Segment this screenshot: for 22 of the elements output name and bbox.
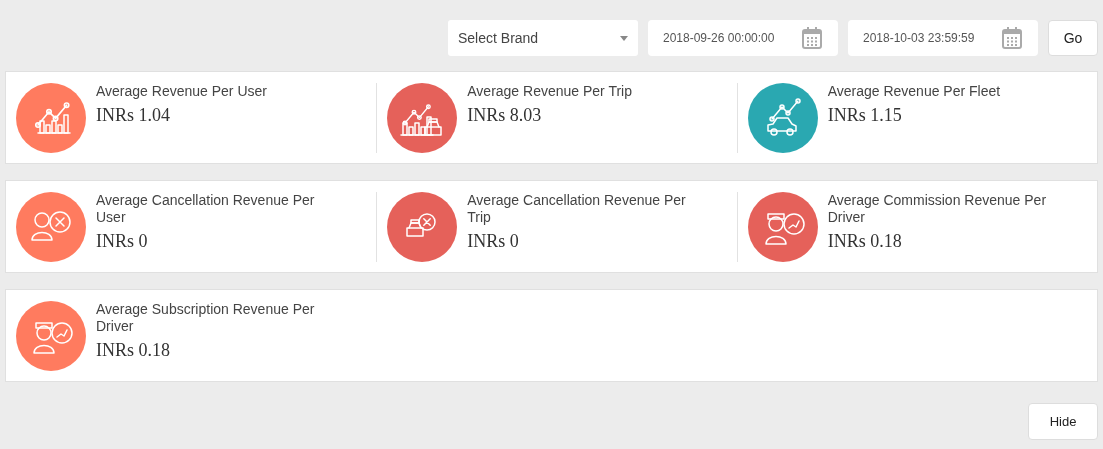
dropdown-caret-icon <box>620 35 628 41</box>
stat-title: Average Commission Revenue Per Driver <box>827 191 1048 226</box>
stat-value: INRs 0 <box>467 230 520 251</box>
stat-title: Average Revenue Per Fleet <box>827 82 1002 100</box>
stat-value: INRs 0.18 <box>827 230 903 251</box>
start-date-field[interactable]: 2018-09-26 00:00:00 <box>648 20 838 56</box>
brand-select[interactable]: Select Brand <box>448 20 638 56</box>
stat-value: INRs 1.04 <box>96 104 171 125</box>
end-date-field[interactable]: 2018-10-03 23:59:59 <box>848 20 1038 56</box>
stat-title: Average Subscription Revenue Per Driver <box>96 300 316 335</box>
stat-value: INRs 0.18 <box>96 339 171 360</box>
stat-value: INRs 8.03 <box>467 104 543 125</box>
stat-title: Average Revenue Per User <box>96 82 268 100</box>
calendar-icon[interactable] <box>802 27 822 49</box>
hide-button[interactable]: Hide <box>1028 403 1098 440</box>
go-button[interactable]: Go <box>1048 20 1098 56</box>
stat-value: INRs 1.15 <box>827 104 903 125</box>
stat-value: INRs 0 <box>96 230 149 251</box>
stat-title: Average Revenue Per Trip <box>467 82 633 100</box>
stat-title: Average Cancellation Revenue Per User <box>96 191 316 226</box>
stat-title: Average Cancellation Revenue Per Trip <box>467 191 687 226</box>
calendar-icon[interactable] <box>1002 27 1022 49</box>
